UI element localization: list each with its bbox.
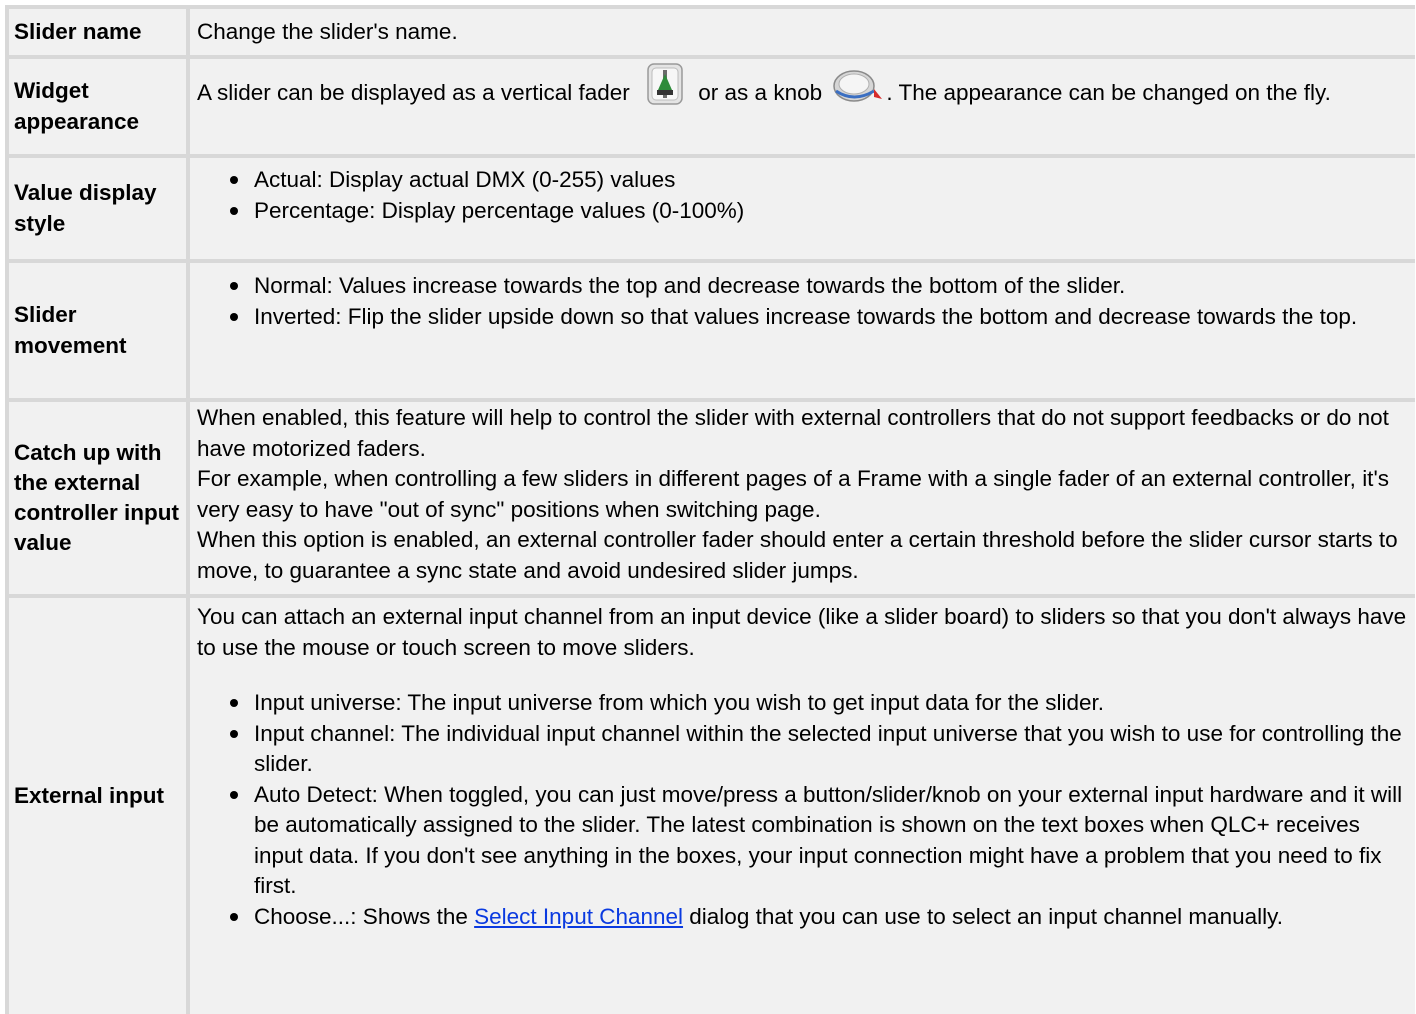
- description-text: A slider can be displayed as a vertical …: [197, 80, 630, 106]
- table-row: Widget appearance A slider can be displa…: [5, 55, 1415, 154]
- list-item: Percentage: Display percentage values (0…: [230, 196, 1407, 227]
- table-row: Slider name Change the slider's name.: [5, 5, 1415, 55]
- table-row: Slider movement Normal: Values increase …: [5, 259, 1415, 398]
- vertical-fader-icon: [644, 62, 686, 115]
- list-item-text: dialog that you can use to select an inp…: [683, 903, 1284, 929]
- row-heading: External input: [5, 594, 186, 1014]
- list-item-text: Choose...: Shows the: [254, 903, 475, 929]
- list-item: Input channel: The individual input chan…: [230, 719, 1407, 780]
- row-heading: Slider name: [5, 5, 186, 55]
- bullet-list: Input universe: The input universe from …: [197, 688, 1407, 932]
- bullet-list: Actual: Display actual DMX (0-255) value…: [197, 165, 1407, 226]
- table-row: External input You can attach an externa…: [5, 594, 1415, 1014]
- row-description: You can attach an external input channel…: [186, 594, 1415, 1014]
- table-row: Value display style Actual: Display actu…: [5, 154, 1415, 259]
- row-description: When enabled, this feature will help to …: [186, 398, 1415, 594]
- select-input-channel-link[interactable]: Select Input Channel: [474, 904, 683, 929]
- description-paragraph: You can attach an external input channel…: [197, 604, 1407, 660]
- row-description: Actual: Display actual DMX (0-255) value…: [186, 154, 1415, 259]
- row-heading: Widget appearance: [5, 55, 186, 154]
- list-item: Normal: Values increase towards the top …: [230, 271, 1407, 302]
- knob-icon: [830, 69, 886, 112]
- description-text: or as a knob: [698, 80, 823, 106]
- row-heading: Slider movement: [5, 259, 186, 398]
- description-paragraph: When enabled, this feature will help to …: [197, 405, 1389, 461]
- row-heading: Catch up with the external controller in…: [5, 398, 186, 594]
- bullet-list: Normal: Values increase towards the top …: [197, 271, 1407, 332]
- row-description: Change the slider's name.: [186, 5, 1415, 55]
- list-item: Input universe: The input universe from …: [230, 688, 1407, 719]
- table-row: Catch up with the external controller in…: [5, 398, 1415, 594]
- list-item: Actual: Display actual DMX (0-255) value…: [230, 165, 1407, 196]
- list-item: Inverted: Flip the slider upside down so…: [230, 302, 1407, 333]
- list-item: Auto Detect: When toggled, you can just …: [230, 780, 1407, 902]
- properties-table: Slider name Change the slider's name. Wi…: [5, 5, 1415, 1014]
- list-item: Choose...: Shows the Select Input Channe…: [230, 902, 1407, 933]
- row-heading: Value display style: [5, 154, 186, 259]
- row-description: Normal: Values increase towards the top …: [186, 259, 1415, 398]
- description-paragraph: For example, when controlling a few slid…: [197, 466, 1389, 522]
- description-text: . The appearance can be changed on the f…: [886, 80, 1331, 106]
- row-description: A slider can be displayed as a vertical …: [186, 55, 1415, 154]
- description-text: Change the slider's name.: [197, 18, 458, 44]
- description-paragraph: When this option is enabled, an external…: [197, 527, 1398, 583]
